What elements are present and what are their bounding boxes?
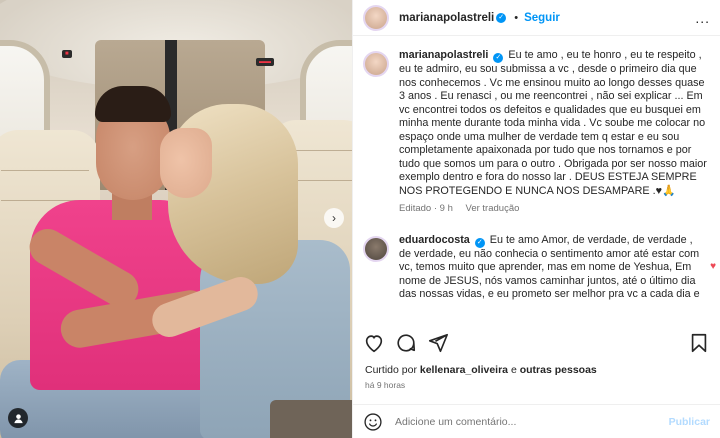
tag-user-icon[interactable] [8,408,28,428]
verified-icon: ✓ [474,237,485,248]
comment-username[interactable]: eduardocosta [399,234,470,246]
post-timestamp[interactable]: há 9 horas [365,380,405,390]
heart-icon[interactable] [363,332,385,354]
post-modal: ■ ▬▬ › marianapolastreli ✓ • Seguir ... … [0,0,720,438]
caption-avatar[interactable] [363,51,389,77]
emoji-icon[interactable] [363,412,383,432]
share-icon[interactable] [427,332,449,354]
man-hair [95,86,171,122]
likes-prefix: Curtido por [365,364,417,376]
woman-face [160,128,212,198]
commenter-avatar[interactable] [363,235,389,262]
caption: marianapolastreli ✓ Eu te amo , eu te ho… [363,49,710,216]
caption-text: Eu te amo , eu te honro , eu te respeito… [399,49,707,197]
cabin-sign-right: ▬▬ [256,58,274,66]
translate-link[interactable]: Ver tradução [466,203,520,214]
comment-like-heart-icon[interactable]: ♥ [710,261,716,272]
post-actions [363,330,710,356]
comment-item: eduardocosta ✓ Eu te amo Amor, de verdad… [363,234,710,302]
comment-icon[interactable] [395,332,417,354]
post-sidebar: marianapolastreli ✓ • Seguir ... mariana… [352,0,720,438]
bookmark-icon[interactable] [688,332,710,354]
likes-summary: Curtido por kellenara_oliveira e outras … [365,364,597,376]
more-icon[interactable]: ... [695,10,710,26]
cabin-sign-left: ■ [62,50,72,58]
publish-button[interactable]: Publicar [669,416,710,428]
likes-others[interactable]: outras pessoas [520,364,597,376]
likes-user[interactable]: kellenara_oliveira [420,364,508,376]
follow-button[interactable]: Seguir [524,12,560,24]
armrest [270,400,352,438]
verified-icon: ✓ [496,12,507,23]
author-username[interactable]: marianapolastreli [399,12,494,24]
comment-input[interactable] [395,415,655,428]
likes-middle: e [510,364,517,376]
post-header: marianapolastreli ✓ • Seguir ... [353,0,720,36]
post-photo[interactable]: ■ ▬▬ › [0,0,352,438]
separator-dot: • [514,11,519,24]
caption-username[interactable]: marianapolastreli [399,49,488,61]
author-avatar[interactable] [363,4,389,31]
comments-list[interactable]: marianapolastreli ✓ Eu te amo , eu te ho… [353,37,720,320]
caption-edited: Editado · 9 h [399,203,453,214]
comment-box: Publicar [353,404,720,438]
verified-icon: ✓ [493,53,504,63]
chevron-right-icon[interactable]: › [324,208,344,228]
